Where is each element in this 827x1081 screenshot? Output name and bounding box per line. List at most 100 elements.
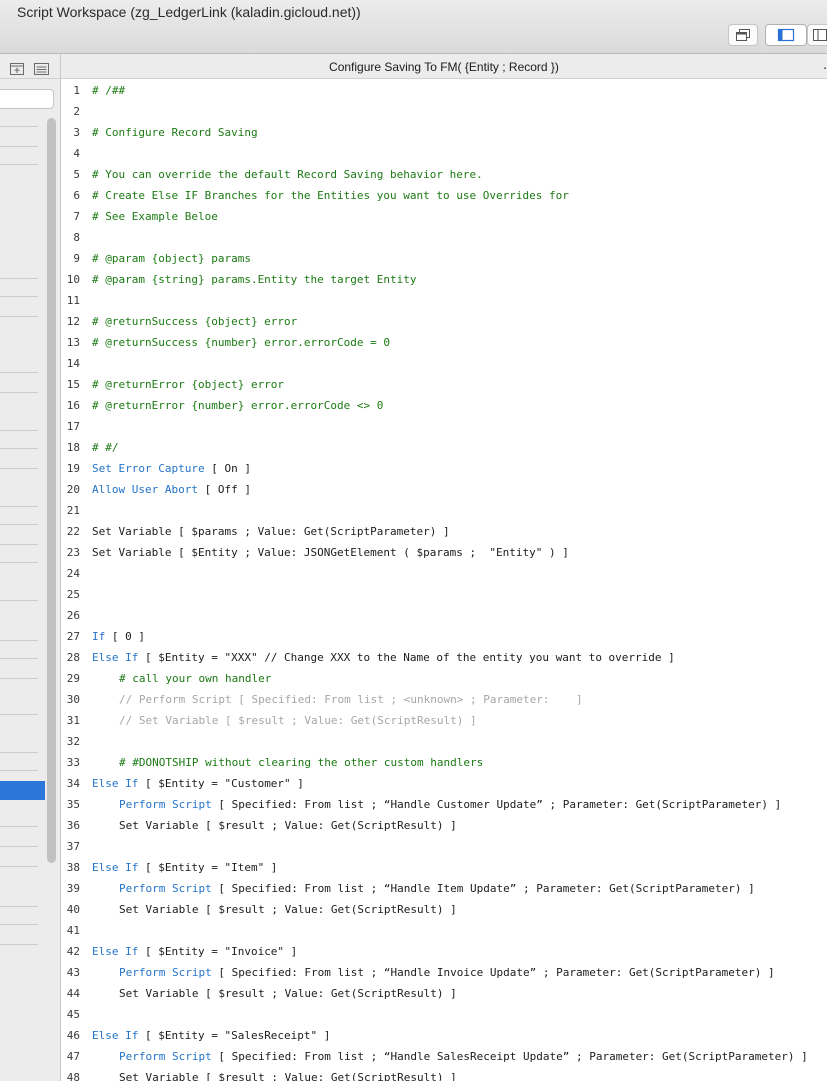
line-number: 40: [66, 903, 80, 916]
selected-script-item[interactable]: [0, 781, 45, 800]
line-code: Set Variable [ $Entity ; Value: JSONGetE…: [92, 542, 569, 563]
script-line[interactable]: 16 # @returnError {number} error.errorCod…: [61, 395, 827, 416]
line-code: Else If [ $Entity = "Item" ]: [92, 857, 277, 878]
sidebar-row-divider: [0, 278, 38, 279]
script-line[interactable]: 31 // Set Variable [ $result ; Value: Get…: [61, 710, 827, 731]
new-folder-icon[interactable]: [10, 60, 24, 79]
script-line[interactable]: 23 Set Variable [ $Entity ; Value: JSONGe…: [61, 542, 827, 563]
line-code: // Set Variable [ $result ; Value: Get(S…: [119, 710, 477, 731]
script-line[interactable]: 13 # @returnSuccess {number} error.errorC…: [61, 332, 827, 353]
comment-text: # @param {object} params: [92, 252, 251, 265]
script-line[interactable]: 5 # You can override the default Record S…: [61, 164, 827, 185]
line-code: If [ 0 ]: [92, 626, 145, 647]
line-number: 13: [66, 336, 80, 349]
script-line[interactable]: 25: [61, 584, 827, 605]
sidebar-row-divider: [0, 392, 38, 393]
comment-text: # /##: [92, 84, 126, 97]
script-line[interactable]: 29 # call your own handler: [61, 668, 827, 689]
script-line[interactable]: 7 # See Example Beloe: [61, 206, 827, 227]
script-line[interactable]: 22 Set Variable [ $params ; Value: Get(Sc…: [61, 521, 827, 542]
script-line[interactable]: 11: [61, 290, 827, 311]
script-line[interactable]: 12 # @returnSuccess {object} error: [61, 311, 827, 332]
line-code: Else If [ $Entity = "XXX" // Change XXX …: [92, 647, 675, 668]
list-icon[interactable]: [34, 60, 49, 79]
script-line[interactable]: 10 # @param {string} params.Entity the ta…: [61, 269, 827, 290]
script-line[interactable]: 48 Set Variable [ $result ; Value: Get(Sc…: [61, 1067, 827, 1081]
script-line[interactable]: 9 # @param {object} params: [61, 248, 827, 269]
script-title: Configure Saving To FM( {Entity ; Record…: [329, 60, 559, 74]
script-line[interactable]: 24: [61, 563, 827, 584]
windows-icon: [736, 29, 750, 41]
script-line[interactable]: 18 # #/: [61, 437, 827, 458]
script-line[interactable]: 33 # #DONOTSHIP without clearing the othe…: [61, 752, 827, 773]
script-line[interactable]: 32: [61, 731, 827, 752]
sidebar-row-divider: [0, 164, 38, 165]
sidebar-scrollbar[interactable]: [47, 118, 56, 863]
script-line[interactable]: 21: [61, 500, 827, 521]
script-line[interactable]: 37: [61, 836, 827, 857]
line-number: 10: [66, 273, 80, 286]
comment-text: # @returnSuccess {number} error.errorCod…: [92, 336, 391, 349]
script-line[interactable]: 42 Else If [ $Entity = "Invoice" ]: [61, 941, 827, 962]
windows-button[interactable]: [728, 24, 758, 46]
comment-text: # Configure Record Saving: [92, 126, 258, 139]
script-line[interactable]: 36 Set Variable [ $result ; Value: Get(Sc…: [61, 815, 827, 836]
comment-text: # #/: [92, 441, 119, 454]
line-code: # @param {object} params: [92, 248, 251, 269]
line-number: 17: [66, 420, 80, 433]
line-number: 48: [66, 1071, 80, 1081]
line-number: 45: [66, 1008, 80, 1021]
script-line[interactable]: 8: [61, 227, 827, 248]
script-line[interactable]: 43 Perform Script [ Specified: From list …: [61, 962, 827, 983]
script-line[interactable]: 3 # Configure Record Saving: [61, 122, 827, 143]
script-line[interactable]: 4: [61, 143, 827, 164]
line-code: Allow User Abort [ Off ]: [92, 479, 251, 500]
line-code: Perform Script [ Specified: From list ; …: [119, 794, 781, 815]
script-line[interactable]: 6 # Create Else IF Branches for the Entit…: [61, 185, 827, 206]
sidebar-row-divider: [0, 752, 38, 753]
script-line[interactable]: 17: [61, 416, 827, 437]
sidebar-row-divider: [0, 906, 38, 907]
line-number: 21: [66, 504, 80, 517]
comment-text: # #DONOTSHIP without clearing the other …: [119, 756, 484, 769]
line-code: # #/: [92, 437, 119, 458]
script-step-name: Perform Script: [119, 798, 212, 811]
line-code: Set Error Capture [ On ]: [92, 458, 251, 479]
line-number: 25: [66, 588, 80, 601]
line-code: Set Variable [ $params ; Value: Get(Scri…: [92, 521, 450, 542]
script-line[interactable]: 35 Perform Script [ Specified: From list …: [61, 794, 827, 815]
toggle-sidebar-button[interactable]: [765, 24, 807, 46]
sidebar-search-input[interactable]: [0, 89, 54, 109]
script-line[interactable]: 28 Else If [ $Entity = "XXX" // Change XX…: [61, 647, 827, 668]
step-text: [ Specified: From list ; “Handle Custome…: [211, 798, 782, 811]
toggle-split-button[interactable]: [807, 24, 827, 46]
script-line[interactable]: 47 Perform Script [ Specified: From list …: [61, 1046, 827, 1067]
script-line[interactable]: 38 Else If [ $Entity = "Item" ]: [61, 857, 827, 878]
step-text: [ $Entity = "Item" ]: [138, 861, 278, 874]
script-line[interactable]: 20 Allow User Abort [ Off ]: [61, 479, 827, 500]
script-line[interactable]: 41: [61, 920, 827, 941]
sidebar-row-divider: [0, 714, 38, 715]
script-editor[interactable]: 1 # /## 2 3 # Configure Record Saving 4 5 # You…: [61, 80, 827, 1081]
line-code: # @returnSuccess {number} error.errorCod…: [92, 332, 390, 353]
script-line[interactable]: 34 Else If [ $Entity = "Customer" ]: [61, 773, 827, 794]
script-line[interactable]: 30 // Perform Script [ Specified: From li…: [61, 689, 827, 710]
script-step-name: If: [92, 630, 106, 643]
script-line[interactable]: 2: [61, 101, 827, 122]
script-line[interactable]: 26: [61, 605, 827, 626]
step-text: [ Specified: From list ; “Handle SalesRe…: [211, 1050, 808, 1063]
script-line[interactable]: 1 # /##: [61, 80, 827, 101]
script-line[interactable]: 27 If [ 0 ]: [61, 626, 827, 647]
script-line[interactable]: 40 Set Variable [ $result ; Value: Get(Sc…: [61, 899, 827, 920]
line-number: 19: [66, 462, 80, 475]
script-line[interactable]: 39 Perform Script [ Specified: From list …: [61, 878, 827, 899]
script-line[interactable]: 45: [61, 1004, 827, 1025]
script-line[interactable]: 15 # @returnError {object} error: [61, 374, 827, 395]
script-line[interactable]: 19 Set Error Capture [ On ]: [61, 458, 827, 479]
script-line[interactable]: 44 Set Variable [ $result ; Value: Get(Sc…: [61, 983, 827, 1004]
line-number: 46: [66, 1029, 80, 1042]
script-line[interactable]: 14: [61, 353, 827, 374]
script-line[interactable]: 46 Else If [ $Entity = "SalesReceipt" ]: [61, 1025, 827, 1046]
line-code: # @returnError {number} error.errorCode …: [92, 395, 383, 416]
step-text: Set Variable [ $result ; Value: Get(Scri…: [119, 903, 457, 916]
